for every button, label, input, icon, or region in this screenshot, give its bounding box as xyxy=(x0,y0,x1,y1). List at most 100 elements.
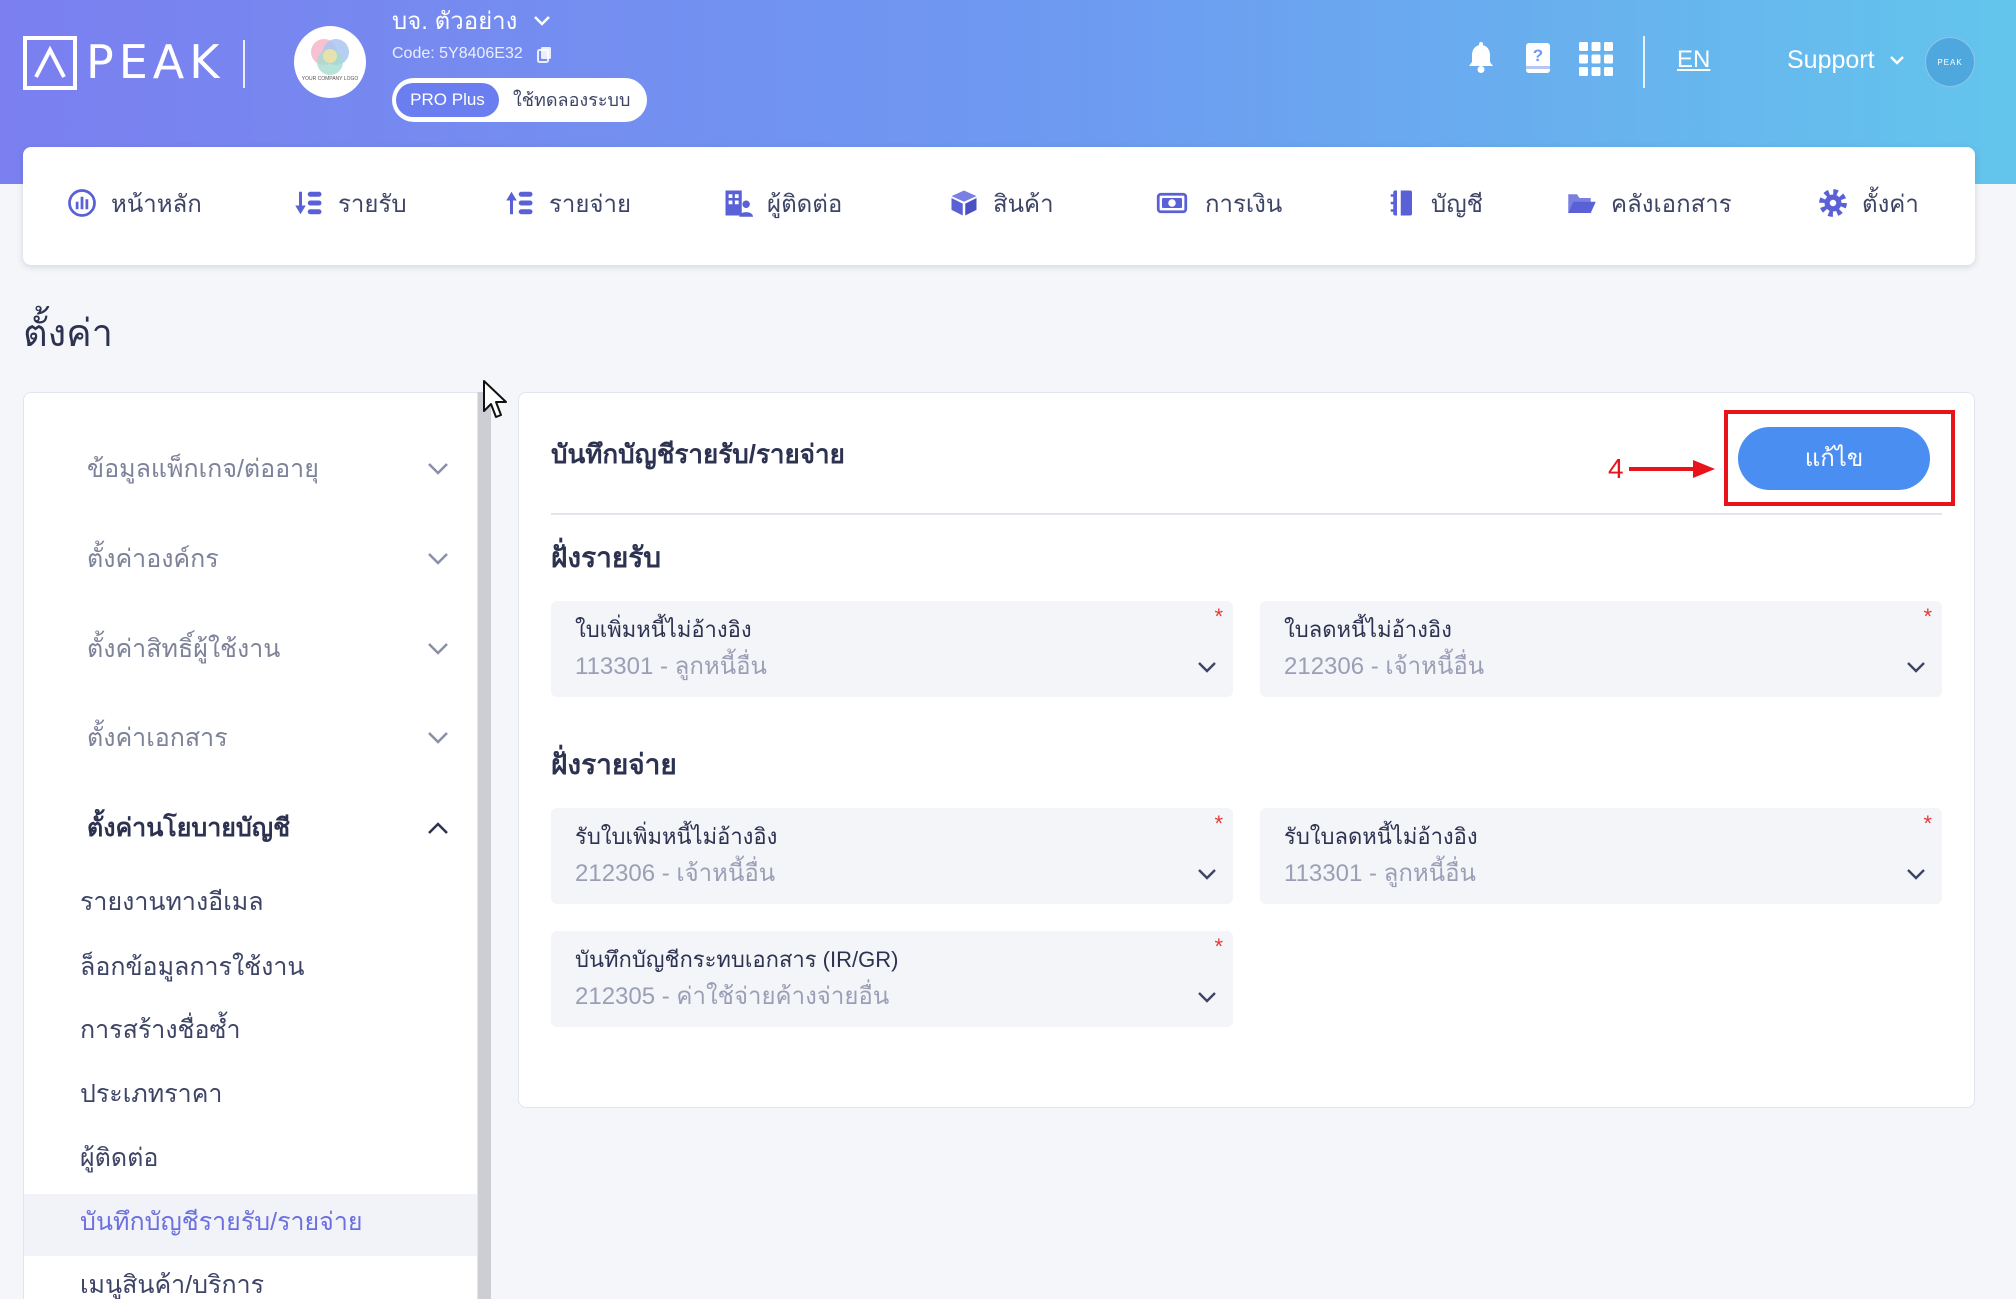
field-value: 113301 - ลูกหนี้อื่น xyxy=(575,653,767,680)
plan-badge: PRO Plus xyxy=(396,83,499,117)
mouse-cursor-icon xyxy=(483,380,507,418)
nav-item-products[interactable]: สินค้า xyxy=(949,182,1054,224)
chevron-down-icon xyxy=(1198,662,1216,673)
field-value: 212305 - ค่าใช้จ่ายค้างจ่ายอื่น xyxy=(575,983,890,1010)
nav-label: ผู้ติดต่อ xyxy=(767,190,843,218)
select-received-debit-note-no-ref[interactable]: รับใบเพิ่มหนี้ไม่อ้างอิง 212306 - เจ้าหน… xyxy=(551,808,1233,904)
section-heading-expense: ฝั่งรายจ่าย xyxy=(551,749,677,780)
nav-item-settings[interactable]: ตั้งค่า xyxy=(1818,182,1919,224)
panel-title: บันทึกบัญชีรายรับ/รายจ่าย xyxy=(551,439,845,469)
sidebar-group-accounting-policy[interactable]: ตั้งค่านโยบายบัญชี xyxy=(24,798,477,858)
chevron-down-icon xyxy=(428,643,448,655)
main-nav: หน้าหลัก รายรับ รายจ่าย ผู้ติดต่อ สินค้า… xyxy=(23,147,1975,265)
gear-icon xyxy=(1819,189,1847,217)
required-mark: * xyxy=(1214,811,1223,836)
select-received-credit-note-no-ref[interactable]: รับใบลดหนี้ไม่อ้างอิง 113301 - ลูกหนี้อื… xyxy=(1260,808,1942,904)
sidebar-item-product-menu[interactable]: เมนูสินค้า/บริการ xyxy=(24,1271,477,1299)
income-expense-settings-panel: บันทึกบัญชีรายรับ/รายจ่าย 4 แก้ไข ฝั่งรา… xyxy=(518,392,1975,1108)
expense-icon xyxy=(506,191,533,215)
company-code: Code: 5Y8406E32 xyxy=(392,45,523,62)
sidebar-group-permissions[interactable]: ตั้งค่าสิทธิ์ผู้ใช้งาน xyxy=(24,619,477,679)
chevron-down-icon xyxy=(1907,662,1925,673)
company-name: บจ. ตัวอย่าง xyxy=(392,7,518,35)
sidebar-item-label: รายงานทางอีเมล xyxy=(80,888,264,916)
nav-item-home[interactable]: หน้าหลัก xyxy=(67,182,202,224)
nav-item-accounting[interactable]: บัญชี xyxy=(1387,182,1483,224)
dashboard-icon xyxy=(68,189,96,217)
chevron-up-icon xyxy=(428,822,448,834)
chevron-down-icon xyxy=(428,463,448,475)
sidebar-item-duplicate-names[interactable]: การสร้างชื่อซ้ำ xyxy=(24,1010,477,1050)
header-divider xyxy=(243,40,245,88)
peak-logo-mark[interactable] xyxy=(23,36,77,90)
nav-item-finance[interactable]: การเงิน xyxy=(1153,182,1282,224)
nav-label: สินค้า xyxy=(993,190,1054,218)
page-title: ตั้งค่า xyxy=(23,313,113,355)
chevron-down-icon xyxy=(1198,992,1216,1003)
required-mark: * xyxy=(1923,604,1932,629)
chevron-down-icon xyxy=(428,553,448,565)
income-icon xyxy=(295,191,322,215)
sidebar-item-email-report[interactable]: รายงานทางอีเมล xyxy=(24,882,477,922)
panel-divider xyxy=(551,513,1942,515)
sidebar-group-organization[interactable]: ตั้งค่าองค์กร xyxy=(24,529,477,589)
required-mark: * xyxy=(1214,934,1223,959)
nav-label: คลังเอกสาร xyxy=(1611,190,1732,218)
nav-label: รายรับ xyxy=(338,190,407,218)
sidebar-group-package[interactable]: ข้อมูลแพ็กเกจ/ต่ออายุ xyxy=(24,439,477,499)
section-heading-income: ฝั่งรายรับ xyxy=(551,542,662,573)
peak-logo-text[interactable]: PEAK xyxy=(86,33,224,91)
nav-label: การเงิน xyxy=(1205,190,1283,218)
sidebar-item-income-expense-posting[interactable]: บันทึกบัญชีรายรับ/รายจ่าย xyxy=(24,1194,477,1256)
user-avatar[interactable]: PEAK xyxy=(1925,37,1975,87)
sidebar-group-label: ตั้งค่าเอกสาร xyxy=(87,724,228,752)
company-logo[interactable]: YOUR COMPANY LOGO xyxy=(294,26,366,98)
sidebar-scrollbar[interactable] xyxy=(478,392,491,1299)
nav-item-income[interactable]: รายรับ xyxy=(294,182,407,224)
support-label: Support xyxy=(1787,45,1875,74)
chevron-down-icon xyxy=(428,732,448,744)
required-mark: * xyxy=(1923,811,1932,836)
nav-item-expense[interactable]: รายจ่าย xyxy=(505,182,631,224)
sidebar-group-label: ตั้งค่านโยบายบัญชี xyxy=(87,814,291,842)
field-label: ใบลดหนี้ไม่อ้างอิง xyxy=(1284,617,1452,642)
language-switch-link[interactable]: EN xyxy=(1677,44,1710,76)
nav-label: ตั้งค่า xyxy=(1862,190,1919,218)
nav-item-documents[interactable]: คลังเอกสาร xyxy=(1567,182,1732,224)
help-book-icon[interactable]: ? xyxy=(1524,42,1552,74)
folder-icon xyxy=(1568,194,1596,213)
company-switcher[interactable]: บจ. ตัวอย่าง xyxy=(392,2,551,38)
annotation-arrow-icon xyxy=(1629,460,1715,478)
field-label: รับใบลดหนี้ไม่อ้างอิง xyxy=(1284,824,1478,849)
nav-label: หน้าหลัก xyxy=(111,190,202,218)
apps-grid-icon[interactable] xyxy=(1579,42,1613,76)
field-label: ใบเพิ่มหนี้ไม่อ้างอิง xyxy=(575,617,752,642)
sidebar-item-label: ผู้ติดต่อ xyxy=(80,1144,159,1172)
select-credit-note-no-ref[interactable]: ใบลดหนี้ไม่อ้างอิง 212306 - เจ้าหนี้อื่น… xyxy=(1260,601,1942,697)
annotation-step-number: 4 xyxy=(1608,453,1624,484)
support-menu[interactable]: Support xyxy=(1787,44,1905,76)
product-box-icon xyxy=(951,190,977,216)
plan-status-pill[interactable]: PRO Plus ใช้ทดลองระบบ xyxy=(392,78,647,122)
field-value: 113301 - ลูกหนี้อื่น xyxy=(1284,860,1476,887)
edit-button[interactable]: แก้ไข xyxy=(1738,427,1930,490)
company-code-row: Code: 5Y8406E32 xyxy=(392,44,552,64)
copy-icon[interactable] xyxy=(536,46,552,63)
nav-label: รายจ่าย xyxy=(549,190,632,218)
trial-label: ใช้ทดลองระบบ xyxy=(513,90,631,110)
sidebar-group-label: ข้อมูลแพ็กเกจ/ต่ออายุ xyxy=(87,455,319,483)
sidebar-item-label: เมนูสินค้า/บริการ xyxy=(80,1271,265,1299)
nav-item-contacts[interactable]: ผู้ติดต่อ xyxy=(723,182,842,224)
bell-icon[interactable] xyxy=(1466,42,1496,74)
select-debit-note-no-ref[interactable]: ใบเพิ่มหนี้ไม่อ้างอิง 113301 - ลูกหนี้อื… xyxy=(551,601,1233,697)
chevron-down-icon xyxy=(1198,869,1216,880)
sidebar-group-documents[interactable]: ตั้งค่าเอกสาร xyxy=(24,708,477,768)
sidebar-item-contacts[interactable]: ผู้ติดต่อ xyxy=(24,1138,477,1178)
svg-text:?: ? xyxy=(1533,46,1543,65)
settings-sidebar: ข้อมูลแพ็กเกจ/ต่ออายุ ตั้งค่าองค์กร ตั้ง… xyxy=(23,392,478,1299)
select-ir-gr-reconciliation-account[interactable]: บันทึกบัญชีกระทบเอกสาร (IR/GR) 212305 - … xyxy=(551,931,1233,1027)
header-divider-right xyxy=(1643,36,1645,88)
sidebar-item-activity-log[interactable]: ล็อกข้อมูลการใช้งาน xyxy=(24,947,477,987)
sidebar-item-price-types[interactable]: ประเภทราคา xyxy=(24,1074,477,1114)
nav-label: บัญชี xyxy=(1431,190,1483,218)
